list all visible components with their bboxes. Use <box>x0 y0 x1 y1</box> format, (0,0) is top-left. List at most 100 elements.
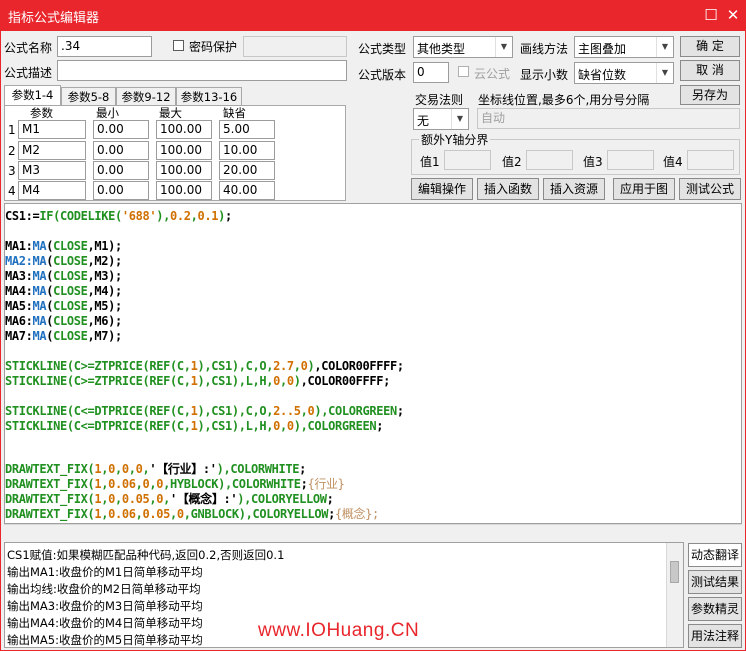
code-line: STICKLINE(C>=ZTPRICE(REF(C,1),CS1),C,O,2… <box>5 359 404 373</box>
code-line: MA4:MA(CLOSE,M4); <box>5 284 122 298</box>
insert-resource-button[interactable]: 插入资源 <box>543 178 605 200</box>
password-label: 密码保护 <box>189 40 238 54</box>
param-default-field[interactable]: 5.00 <box>219 120 275 139</box>
y-value3-label: 值3 <box>583 155 603 169</box>
param-min-field[interactable]: 0.00 <box>93 161 149 180</box>
note-line: 输出MA1:收盘价的M1日简单移动平均 <box>7 565 203 579</box>
draw-method-select[interactable]: 主图叠加 ▼ <box>574 36 674 58</box>
edit-operation-button[interactable]: 编辑操作 <box>411 178 473 200</box>
formula-desc-input[interactable] <box>57 60 347 81</box>
code-line: STICKLINE(C<=DTPRICE(REF(C,1),CS1),L,H,0… <box>5 419 384 433</box>
code-line: MA6:MA(CLOSE,M6); <box>5 314 122 328</box>
code-line: MA2:MA(CLOSE,M2); <box>5 254 122 268</box>
note-line: 输出MA3:收盘价的M3日简单移动平均 <box>7 599 203 613</box>
test-formula-button[interactable]: 测试公式 <box>679 178 741 200</box>
param-row-number: 3 <box>8 164 16 178</box>
code-line: MA1:MA(CLOSE,M1); <box>5 239 122 253</box>
code-line: STICKLINE(C>=ZTPRICE(REF(C,1),CS1),L,H,0… <box>5 374 390 388</box>
editor-scrollbar[interactable] <box>4 524 742 539</box>
decimals-label: 显示小数 <box>520 68 569 82</box>
param-header-min: 最小 <box>96 106 119 120</box>
coord-position-input: 自动 <box>477 108 740 129</box>
title-bar <box>0 0 746 31</box>
formula-version-input[interactable]: 0 <box>413 62 449 83</box>
tab-params-5-8[interactable]: 参数5-8 <box>61 87 116 107</box>
param-name-field[interactable]: M2 <box>18 141 86 160</box>
param-default-field[interactable]: 10.00 <box>219 141 275 160</box>
formula-version-label: 公式版本 <box>358 68 407 82</box>
decimals-value: 缺省位数 <box>578 68 627 82</box>
y-value3-input <box>607 150 654 170</box>
param-name-field[interactable]: M3 <box>18 161 86 180</box>
draw-method-value: 主图叠加 <box>578 42 627 56</box>
y-value4-input <box>687 150 734 170</box>
cloud-formula-checkbox <box>458 66 469 77</box>
param-min-field[interactable]: 0.00 <box>93 141 149 160</box>
trade-rule-label: 交易法则 <box>415 93 464 107</box>
cancel-button[interactable]: 取 消 <box>680 60 740 81</box>
close-icon[interactable]: ✕ <box>722 5 744 25</box>
draw-method-label: 画线方法 <box>520 42 569 56</box>
insert-function-button[interactable]: 插入函数 <box>477 178 539 200</box>
y-value1-label: 值1 <box>420 155 440 169</box>
param-row-number: 1 <box>8 123 16 137</box>
param-name-field[interactable]: M4 <box>18 181 86 200</box>
cloud-formula-label: 云公式 <box>474 67 511 81</box>
trade-rule-value: 无 <box>417 114 430 128</box>
param-header-max: 最大 <box>159 106 182 120</box>
code-line: MA7:MA(CLOSE,M7); <box>5 329 122 343</box>
notes-scrollbar[interactable] <box>666 543 683 647</box>
param-max-field[interactable]: 100.00 <box>156 161 212 180</box>
param-wizard-button[interactable]: 参数精灵 <box>688 597 742 621</box>
param-header-default: 缺省 <box>223 106 246 120</box>
tab-params-1-4[interactable]: 参数1-4 <box>4 85 61 107</box>
chevron-down-icon: ▼ <box>451 109 468 129</box>
code-line: DRAWTEXT_FIX(1,0,0,0,'【行业】:'),COLORWHITE… <box>5 462 306 476</box>
formula-name-label: 公式名称 <box>4 41 53 55</box>
window-title: 指标公式编辑器 <box>8 11 100 26</box>
formula-type-value: 其他类型 <box>417 42 466 56</box>
param-max-field[interactable]: 100.00 <box>156 120 212 139</box>
note-line: 输出MA4:收盘价的M4日简单移动平均 <box>7 616 203 630</box>
code-line: MA3:MA(CLOSE,M3); <box>5 269 122 283</box>
code-line: MA5:MA(CLOSE,M5); <box>5 299 122 313</box>
ok-button[interactable]: 确 定 <box>680 36 740 57</box>
param-min-field[interactable]: 0.00 <box>93 181 149 200</box>
usage-note-button[interactable]: 用法注释 <box>688 624 742 648</box>
code-line: STICKLINE(C<=DTPRICE(REF(C,1),CS1),C,O,2… <box>5 404 404 418</box>
param-default-field[interactable]: 20.00 <box>219 161 275 180</box>
formula-name-input[interactable]: .34 <box>57 36 152 57</box>
param-name-field[interactable]: M1 <box>18 120 86 139</box>
code-line: DRAWTEXT_FIX(1,0.06,0.05,0,GNBLOCK),COLO… <box>5 507 379 521</box>
note-line: 输出MA5:收盘价的M5日简单移动平均 <box>7 633 203 647</box>
restore-icon[interactable]: ☐ <box>700 5 722 25</box>
trade-rule-select[interactable]: 无 ▼ <box>413 108 469 130</box>
code-line: DRAWTEXT_FIX(1,0.06,0,0,HYBLOCK),COLORWH… <box>5 477 345 491</box>
dynamic-translate-button[interactable]: 动态翻译 <box>688 543 742 567</box>
save-as-button[interactable]: 另存为 <box>680 85 740 105</box>
chevron-down-icon: ▼ <box>656 63 673 83</box>
y-value4-label: 值4 <box>663 155 683 169</box>
coord-hint-label: 坐标线位置,最多6个,用分号分隔 <box>478 93 650 107</box>
apply-to-chart-button[interactable]: 应用于图 <box>613 178 675 200</box>
y-axis-group-label: 额外Y轴分界 <box>419 131 491 148</box>
formula-desc-label: 公式描述 <box>4 66 53 80</box>
tab-params-9-12[interactable]: 参数9-12 <box>116 87 176 107</box>
tab-params-13-16[interactable]: 参数13-16 <box>176 87 242 107</box>
param-row-number: 2 <box>8 144 16 158</box>
formula-type-select[interactable]: 其他类型 ▼ <box>413 36 513 58</box>
param-min-field[interactable]: 0.00 <box>93 120 149 139</box>
y-value2-input <box>526 150 573 170</box>
param-header-name: 参数 <box>30 106 53 120</box>
param-row-number: 4 <box>8 184 16 198</box>
chevron-down-icon: ▼ <box>656 37 673 57</box>
y-value1-input <box>444 150 491 170</box>
param-default-field[interactable]: 40.00 <box>219 181 275 200</box>
test-result-button[interactable]: 测试结果 <box>688 570 742 594</box>
password-checkbox[interactable] <box>173 40 184 51</box>
decimals-select[interactable]: 缺省位数 ▼ <box>574 62 674 84</box>
param-max-field[interactable]: 100.00 <box>156 141 212 160</box>
scroll-thumb[interactable] <box>670 561 679 583</box>
param-max-field[interactable]: 100.00 <box>156 181 212 200</box>
code-editor[interactable]: CS1:=IF(CODELIKE('688'),0.2,0.1); MA1:MA… <box>4 203 742 524</box>
